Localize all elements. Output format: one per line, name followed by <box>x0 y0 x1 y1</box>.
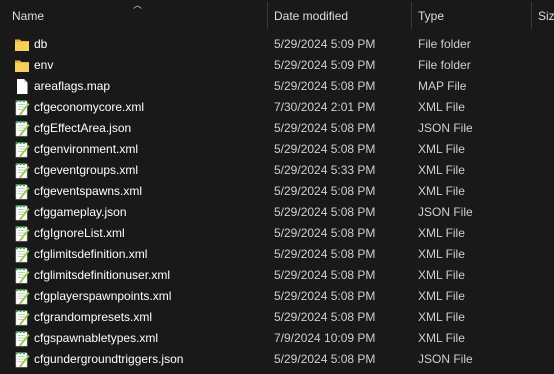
file-type: XML File <box>418 163 465 177</box>
folder-icon <box>14 36 30 53</box>
file-explorer-details-view: ︿ Name Date modified Type Size db 5/29/20… <box>0 0 554 374</box>
file-date-modified: 5/29/2024 5:09 PM <box>274 37 376 51</box>
notepadpp-file-icon <box>14 162 30 179</box>
file-name: cfgrandompresets.xml <box>34 310 153 324</box>
file-row[interactable]: cfgIgnoreList.xml 5/29/2024 5:08 PM XML Fi… <box>0 223 554 244</box>
notepadpp-file-icon <box>14 330 30 347</box>
file-type: XML File <box>418 331 465 345</box>
file-name: cfgundergroundtriggers.json <box>34 352 184 366</box>
notepadpp-file-icon <box>14 99 30 116</box>
file-row[interactable]: cfgplayerspawnpoints.xml 5/29/2024 5:08 P… <box>0 286 554 307</box>
file-type: XML File <box>418 142 465 156</box>
file-date-modified: 5/29/2024 5:09 PM <box>274 58 376 72</box>
file-date-modified: 5/29/2024 5:08 PM <box>274 352 376 366</box>
file-date-modified: 5/29/2024 5:33 PM <box>274 163 376 177</box>
file-name: cfgspawnabletypes.xml <box>34 331 159 345</box>
file-name: cfgeconomycore.xml <box>34 100 145 114</box>
file-type: File folder <box>418 58 471 72</box>
file-row[interactable]: cfgeventspawns.xml 5/29/2024 5:08 PM XML F… <box>0 181 554 202</box>
file-row[interactable]: cfgenvironment.xml 5/29/2024 5:08 PM XML F… <box>0 139 554 160</box>
file-type: XML File <box>418 268 465 282</box>
file-name: areaflags.map <box>34 79 111 93</box>
file-date-modified: 5/29/2024 5:08 PM <box>274 268 376 282</box>
file-date-modified: 5/29/2024 5:08 PM <box>274 247 376 261</box>
file-type: MAP File <box>418 79 467 93</box>
column-header-size-label: Size <box>538 9 554 23</box>
file-type: XML File <box>418 310 465 324</box>
file-type: XML File <box>418 184 465 198</box>
file-type: XML File <box>418 226 465 240</box>
column-header-date-modified[interactable]: Date modified <box>274 0 406 30</box>
blank-file-icon <box>14 78 30 95</box>
file-row[interactable]: cfgspawnabletypes.xml 7/9/2024 10:09 PM XM… <box>0 328 554 349</box>
notepadpp-file-icon <box>14 351 30 368</box>
file-type: JSON File <box>418 352 473 366</box>
file-date-modified: 5/29/2024 5:08 PM <box>274 121 376 135</box>
file-row[interactable]: cfgrandompresets.xml 5/29/2024 5:08 PM XML… <box>0 307 554 328</box>
file-name: cfgIgnoreList.xml <box>34 226 125 240</box>
file-name: cfgEffectArea.json <box>34 121 132 135</box>
column-header-name-label: Name <box>12 9 45 23</box>
file-row[interactable]: cfgeconomycore.xml 7/30/2024 2:01 PM XML F… <box>0 97 554 118</box>
file-row[interactable]: db 5/29/2024 5:09 PM File folder <box>0 34 554 55</box>
column-divider[interactable] <box>531 2 532 29</box>
file-type: XML File <box>418 247 465 261</box>
column-header-type-label: Type <box>418 9 445 23</box>
column-header-bar: ︿ Name Date modified Type Size <box>0 0 554 30</box>
file-name: cfgenvironment.xml <box>34 142 139 156</box>
file-row[interactable]: cfglimitsdefinitionuser.xml 5/29/2024 5:0… <box>0 265 554 286</box>
notepadpp-file-icon <box>14 246 30 263</box>
file-date-modified: 5/29/2024 5:08 PM <box>274 184 376 198</box>
file-row[interactable]: cfgEffectArea.json 5/29/2024 5:08 PM JSON … <box>0 118 554 139</box>
file-row[interactable]: env 5/29/2024 5:09 PM File folder <box>0 55 554 76</box>
notepadpp-file-icon <box>14 267 30 284</box>
notepadpp-file-icon <box>14 309 30 326</box>
file-date-modified: 5/29/2024 5:08 PM <box>274 205 376 219</box>
column-header-name[interactable]: Name <box>12 0 262 30</box>
file-name: cfgeventgroups.xml <box>34 163 139 177</box>
column-divider[interactable] <box>411 2 412 29</box>
file-name: cfgeventspawns.xml <box>34 184 143 198</box>
file-date-modified: 5/29/2024 5:08 PM <box>274 226 376 240</box>
file-name: env <box>34 58 54 72</box>
column-header-date-label: Date modified <box>274 9 349 23</box>
file-row[interactable]: cfggameplay.json 5/29/2024 5:08 PM JSON Fi… <box>0 202 554 223</box>
file-date-modified: 5/29/2024 5:08 PM <box>274 310 376 324</box>
file-row[interactable]: cfgeventgroups.xml 5/29/2024 5:33 PM XML F… <box>0 160 554 181</box>
file-date-modified: 7/30/2024 2:01 PM <box>274 100 376 114</box>
notepadpp-file-icon <box>14 120 30 137</box>
file-date-modified: 5/29/2024 5:08 PM <box>274 289 376 303</box>
file-date-modified: 7/9/2024 10:09 PM <box>274 331 376 345</box>
file-name: cfglimitsdefinitionuser.xml <box>34 268 171 282</box>
notepadpp-file-icon <box>14 141 30 158</box>
file-type: JSON File <box>418 121 473 135</box>
file-type: XML File <box>418 100 465 114</box>
file-name: cfglimitsdefinition.xml <box>34 247 148 261</box>
notepadpp-file-icon <box>14 288 30 305</box>
file-name: cfggameplay.json <box>34 205 127 219</box>
folder-icon <box>14 57 30 74</box>
file-row[interactable]: areaflags.map 5/29/2024 5:08 PM MAP File <box>0 76 554 97</box>
file-date-modified: 5/29/2024 5:08 PM <box>274 79 376 93</box>
file-type: XML File <box>418 289 465 303</box>
notepadpp-file-icon <box>14 183 30 200</box>
file-type: File folder <box>418 37 471 51</box>
column-header-size[interactable]: Size <box>538 0 554 30</box>
column-header-type[interactable]: Type <box>418 0 526 30</box>
file-list: db 5/29/2024 5:09 PM File folder env 5/29/20… <box>0 34 554 370</box>
file-name: db <box>34 37 48 51</box>
file-row[interactable]: cfglimitsdefinition.xml 5/29/2024 5:08 PM… <box>0 244 554 265</box>
column-divider[interactable] <box>267 2 268 29</box>
file-date-modified: 5/29/2024 5:08 PM <box>274 142 376 156</box>
file-name: cfgplayerspawnpoints.xml <box>34 289 172 303</box>
file-row[interactable]: cfgundergroundtriggers.json 5/29/2024 5:0… <box>0 349 554 370</box>
notepadpp-file-icon <box>14 204 30 221</box>
notepadpp-file-icon <box>14 225 30 242</box>
file-type: JSON File <box>418 205 473 219</box>
